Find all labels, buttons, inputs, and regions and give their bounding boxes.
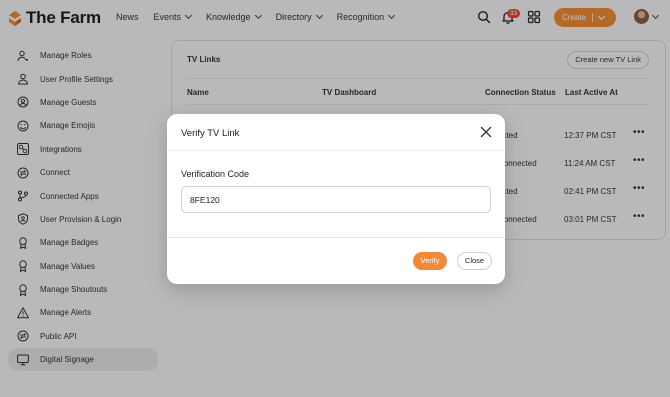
close-icon[interactable]: [480, 126, 492, 138]
close-button[interactable]: Close: [457, 252, 492, 270]
dialog-title: Verify TV Link: [181, 128, 240, 139]
divider: [167, 237, 505, 238]
divider: [167, 150, 505, 151]
verification-code-input[interactable]: [181, 186, 491, 213]
verify-button[interactable]: Verify: [413, 252, 447, 270]
verify-tv-link-dialog: Verify TV Link Verification Code Verify …: [167, 114, 505, 284]
verification-code-label: Verification Code: [181, 169, 250, 179]
